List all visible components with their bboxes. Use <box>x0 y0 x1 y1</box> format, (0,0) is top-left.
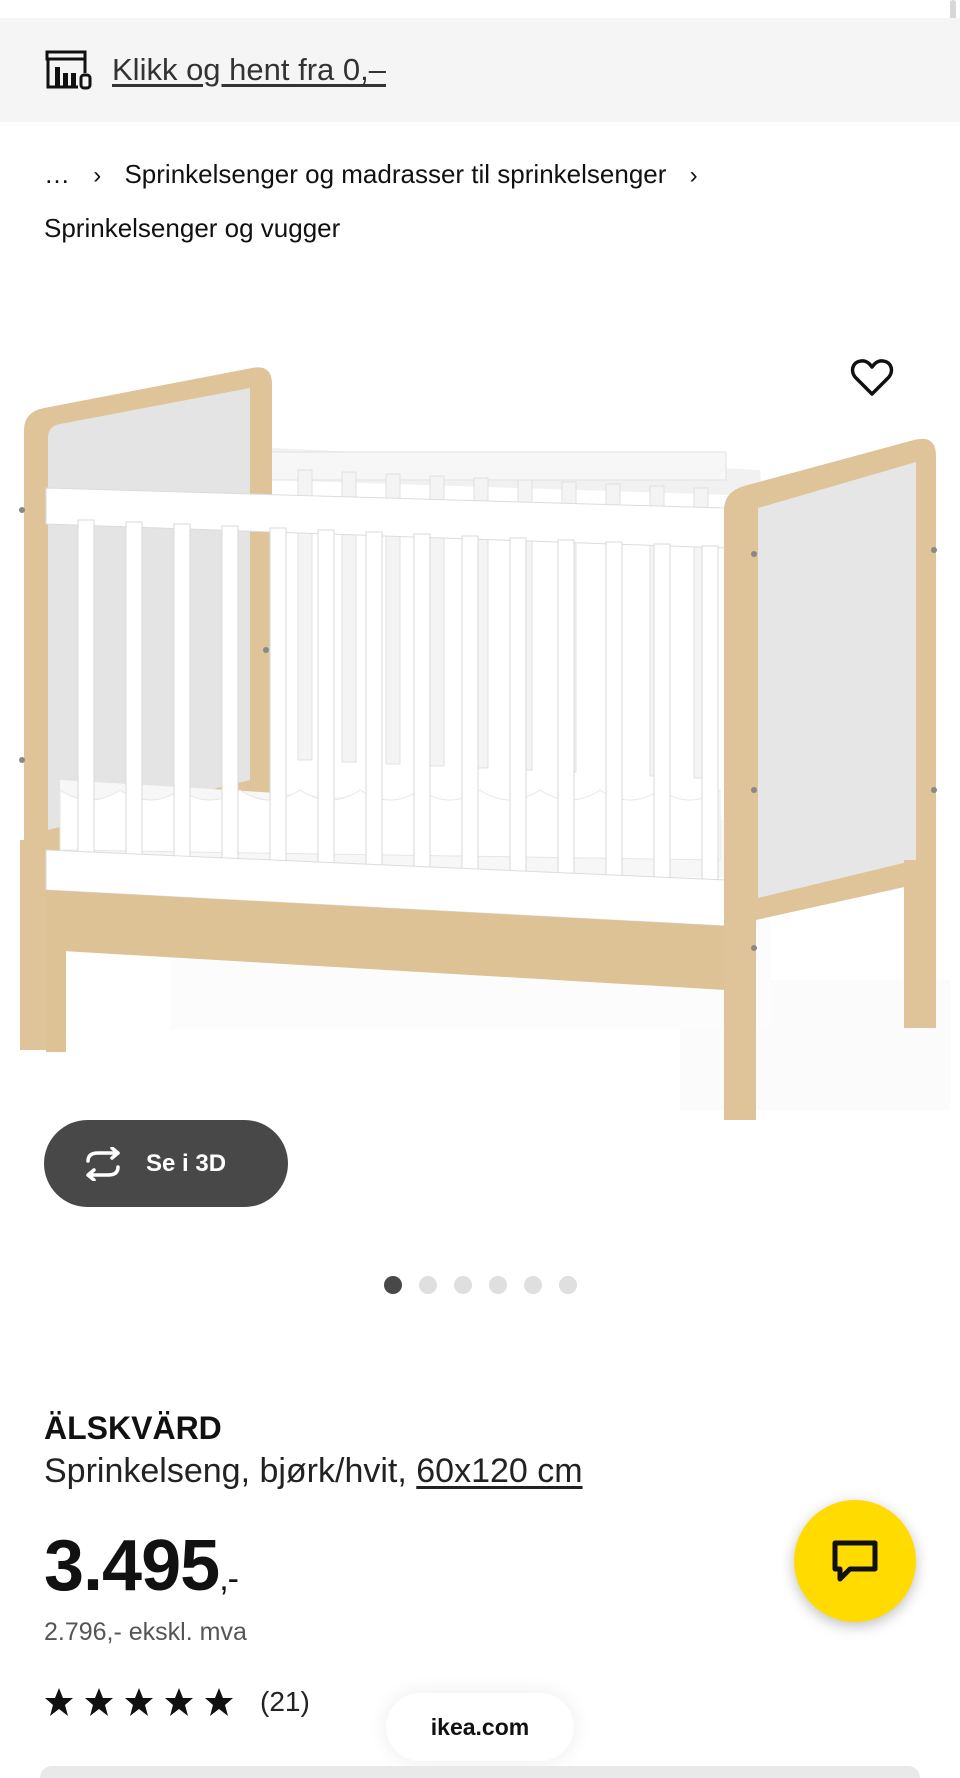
store-pickup-icon <box>45 50 92 90</box>
breadcrumb-item-crib-and-mattresses[interactable]: Sprinkelsenger og madrasser til sprinkel… <box>124 159 666 189</box>
price-main: 3.495 <box>44 1526 220 1606</box>
product-rating[interactable]: (21) <box>44 1686 310 1718</box>
price-excl-vat: 2.796,- ekskl. mva <box>44 1618 247 1646</box>
carousel-dot[interactable] <box>489 1276 507 1294</box>
browser-url-pill[interactable]: ikea.com <box>386 1693 574 1761</box>
click-and-collect-banner[interactable]: Klikk og hent fra 0,– <box>0 18 960 122</box>
star-icon <box>205 1688 233 1716</box>
review-count: (21) <box>260 1686 310 1717</box>
star-icon <box>45 1688 73 1716</box>
chat-button[interactable] <box>794 1500 916 1622</box>
rotate-3d-icon <box>86 1146 120 1181</box>
product-image-crib[interactable] <box>0 360 960 1140</box>
rating-stars <box>44 1687 234 1717</box>
carousel-dot[interactable] <box>454 1276 472 1294</box>
top-strip <box>0 0 960 18</box>
bottom-sheet-edge <box>40 1766 920 1778</box>
product-type: Sprinkelseng, bjørk/hvit, <box>44 1452 417 1490</box>
product-description: Sprinkelseng, bjørk/hvit, 60x120 cm <box>44 1452 583 1491</box>
chevron-right-icon: › <box>93 162 102 189</box>
breadcrumb-item-cribs-and-cradles[interactable]: Sprinkelsenger og vugger <box>44 213 340 243</box>
carousel-dot[interactable] <box>559 1276 577 1294</box>
view-in-3d-button[interactable]: Se i 3D <box>44 1120 288 1207</box>
star-icon <box>125 1688 153 1716</box>
chat-bubble-icon <box>832 1540 878 1582</box>
star-icon <box>165 1688 193 1716</box>
star-icon <box>85 1688 113 1716</box>
carousel-dot[interactable] <box>384 1276 402 1294</box>
carousel-dot[interactable] <box>524 1276 542 1294</box>
view-in-3d-label: Se i 3D <box>146 1149 227 1177</box>
product-price: 3.495,- <box>44 1525 239 1607</box>
carousel-dot[interactable] <box>419 1276 437 1294</box>
heart-icon[interactable] <box>848 354 896 402</box>
price-suffix: ,- <box>219 1560 239 1598</box>
click-and-collect-link[interactable]: Klikk og hent fra 0,– <box>112 52 386 88</box>
breadcrumb-ellipsis[interactable]: … <box>44 159 70 189</box>
size-link[interactable]: 60x120 cm <box>416 1452 582 1490</box>
image-carousel-dots <box>384 1276 577 1294</box>
chevron-right-icon: › <box>689 162 698 189</box>
product-name: ÄLSKVÄRD <box>44 1410 222 1446</box>
breadcrumb: … › Sprinkelsenger og madrasser til spri… <box>44 148 924 254</box>
